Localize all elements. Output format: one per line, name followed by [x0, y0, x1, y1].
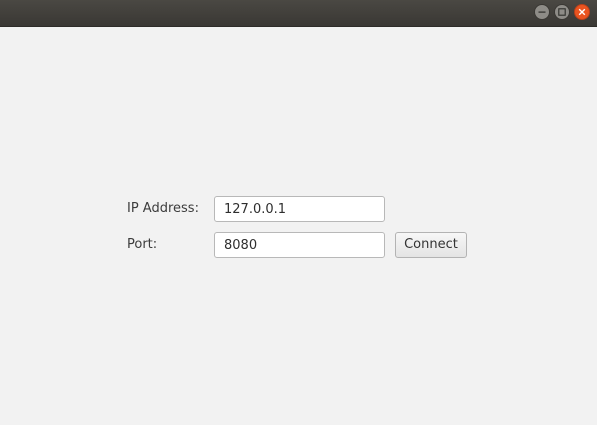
port-label: Port: — [127, 237, 158, 252]
maximize-button[interactable] — [554, 4, 570, 20]
minimize-icon — [538, 11, 546, 13]
app-window: IP Address: Port: Connect — [0, 0, 597, 425]
minimize-button[interactable] — [534, 4, 550, 20]
connection-form: IP Address: Port: Connect — [0, 27, 597, 425]
title-bar[interactable] — [0, 0, 597, 27]
close-button[interactable] — [574, 4, 590, 20]
connect-button[interactable]: Connect — [395, 232, 467, 258]
close-icon — [578, 8, 586, 16]
ip-address-label: IP Address: — [127, 201, 199, 216]
port-input[interactable] — [214, 232, 385, 258]
maximize-icon — [558, 8, 566, 16]
ip-address-input[interactable] — [214, 196, 385, 222]
